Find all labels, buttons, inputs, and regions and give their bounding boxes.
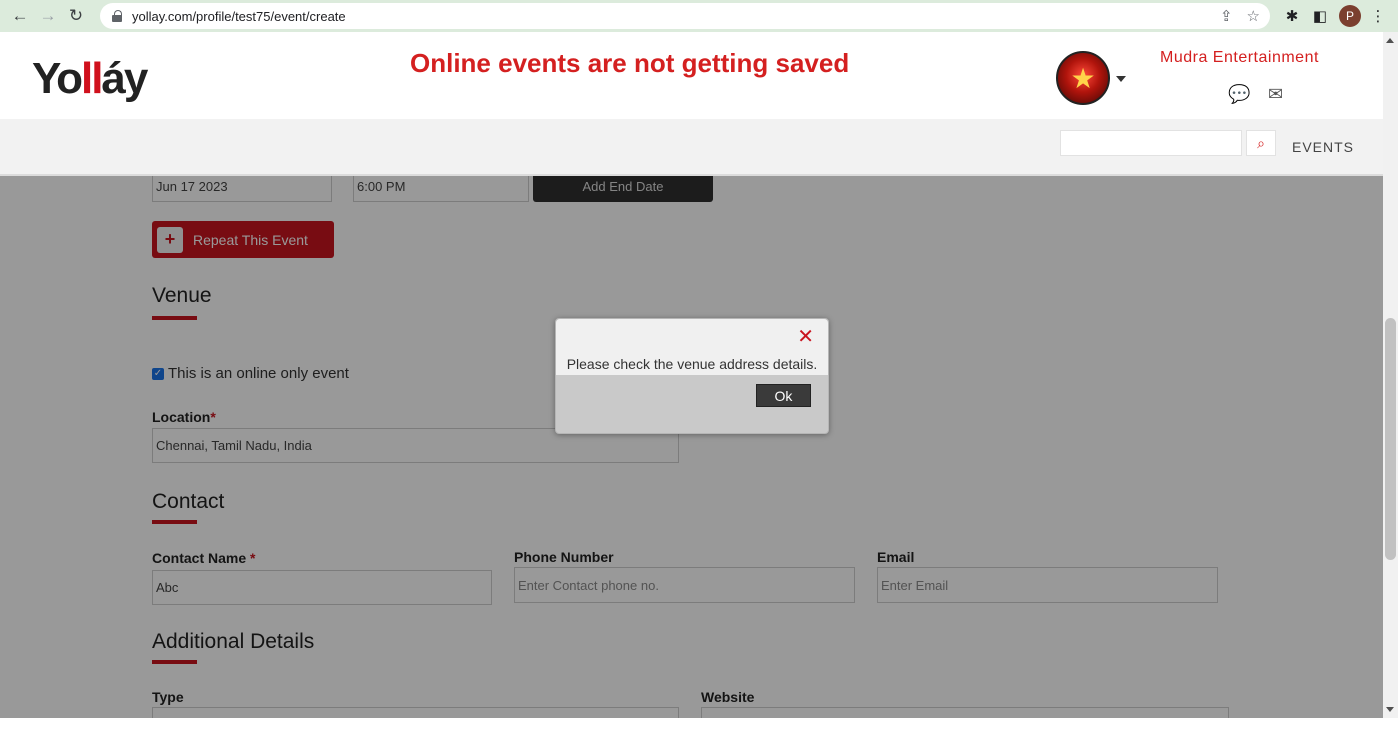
page-scrollbar[interactable] xyxy=(1383,32,1398,718)
announcement-banner: Online events are not getting saved xyxy=(410,48,850,78)
search-icon: ⌕ xyxy=(1257,134,1265,151)
scroll-up-icon[interactable] xyxy=(1386,38,1394,43)
events-link[interactable]: EVENTS xyxy=(1292,139,1354,155)
chat-icon[interactable]: 💬 xyxy=(1228,84,1250,105)
address-bar[interactable]: yollay.com/profile/test75/event/create ⇪… xyxy=(100,3,1270,29)
reload-icon[interactable]: ↻ xyxy=(62,2,90,30)
scroll-down-icon[interactable] xyxy=(1386,707,1394,712)
browser-toolbar: ← → ↻ yollay.com/profile/test75/event/cr… xyxy=(0,0,1398,32)
ok-button[interactable]: Ok xyxy=(756,384,811,407)
chevron-down-icon[interactable] xyxy=(1116,76,1126,82)
bookmark-star-icon[interactable]: ☆ xyxy=(1247,7,1260,25)
kebab-menu-icon[interactable]: ⋮ xyxy=(1368,4,1388,28)
profile-avatar: P xyxy=(1339,5,1361,27)
org-name[interactable]: Mudra Entertainment xyxy=(1160,49,1319,67)
search-button[interactable]: ⌕ xyxy=(1246,130,1276,156)
lock-icon xyxy=(112,10,122,22)
profile-avatar-button[interactable]: P xyxy=(1339,4,1361,28)
share-icon[interactable]: ⇪ xyxy=(1220,7,1233,25)
forward-icon[interactable]: → xyxy=(34,2,62,30)
mail-icon[interactable]: ✉ xyxy=(1268,84,1283,105)
back-icon[interactable]: ← xyxy=(6,2,34,30)
bottom-strip xyxy=(0,718,1398,750)
modal-backdrop[interactable] xyxy=(0,176,1383,718)
alert-message: Please check the venue address details. xyxy=(566,356,818,372)
side-panel-icon[interactable]: ◧ xyxy=(1310,4,1330,28)
scrollbar-thumb[interactable] xyxy=(1385,318,1396,560)
logo-text-3: áy xyxy=(101,54,148,103)
site-header: Yolláy Online events are not getting sav… xyxy=(0,32,1383,119)
nav-bar: ⌕ EVENTS xyxy=(0,119,1383,176)
search-input[interactable] xyxy=(1060,130,1242,156)
logo-text-1: Yo xyxy=(32,54,83,103)
alert-dialog: ✕ Please check the venue address details… xyxy=(555,318,829,434)
extensions-puzzle-icon[interactable]: ✱ xyxy=(1282,4,1302,28)
logo-text-2: ll xyxy=(80,54,103,103)
close-icon[interactable]: ✕ xyxy=(797,324,814,349)
org-avatar[interactable]: ★ xyxy=(1056,51,1110,105)
url-text: yollay.com/profile/test75/event/create xyxy=(132,8,346,24)
yollay-logo[interactable]: Yolláy xyxy=(32,54,148,104)
